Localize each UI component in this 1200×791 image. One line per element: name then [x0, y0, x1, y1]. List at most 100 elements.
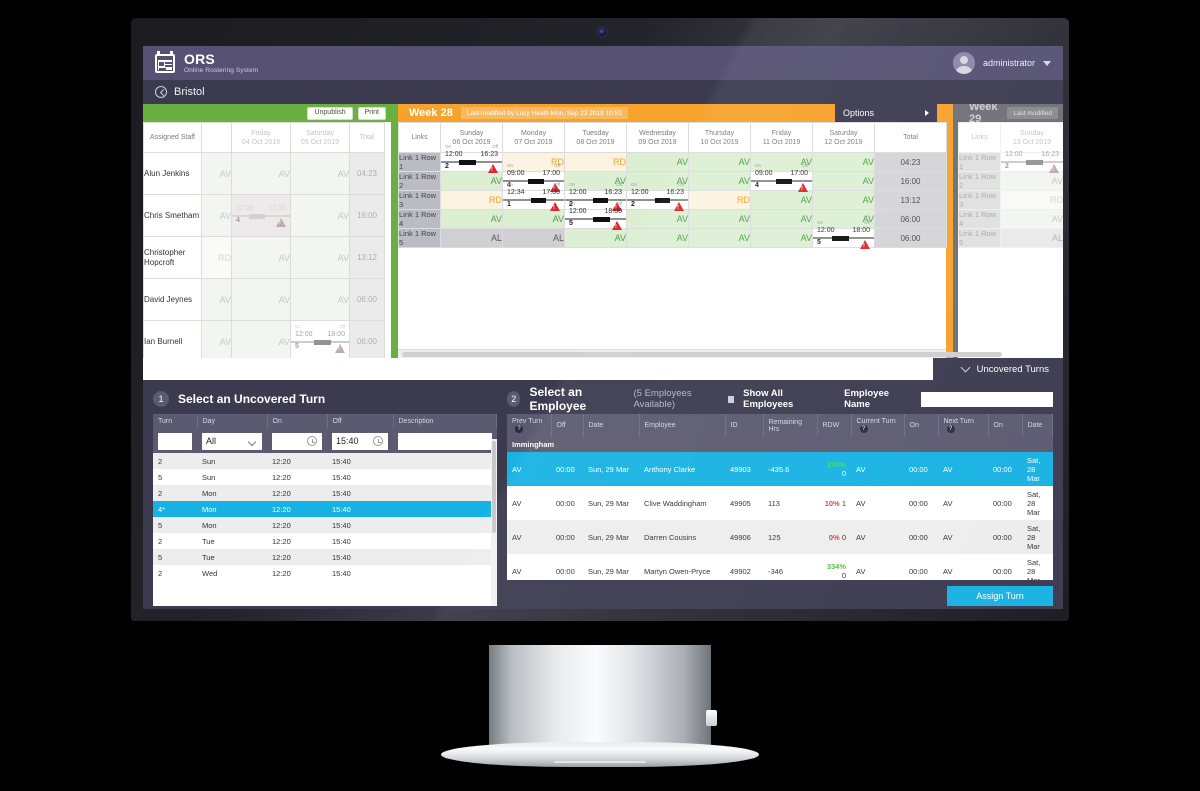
cell-rd[interactable]: RD	[564, 152, 627, 172]
table-row[interactable]: 2 Sun 12:20 15:40	[153, 453, 497, 469]
table-row[interactable]: Christopher Hopcroft RD AV AV 13:12	[143, 236, 385, 279]
table-row[interactable]: Ian Burnell AV AV 5 On Off 12:00	[143, 320, 385, 358]
cell-av[interactable]: AV	[440, 209, 503, 229]
turn-card[interactable]: 2 12:00 16:23	[1001, 151, 1063, 173]
cell-av[interactable]: AV	[626, 171, 689, 191]
table-row[interactable]: Link 1 Row 2 AV	[958, 171, 1063, 191]
cell-rd[interactable]: RD	[502, 152, 565, 172]
cell-av[interactable]: AV	[231, 152, 291, 195]
cell-av[interactable]: AV	[626, 152, 689, 172]
cell-turn[interactable]: 5 On Off 12:00 18:00	[564, 201, 627, 230]
table-row[interactable]: Link 1 Row 4 AV	[958, 209, 1063, 229]
table-row[interactable]: AV 00:00 Sun, 29 Mar Clive Waddingham 49905 1…	[507, 486, 1053, 520]
cell-al[interactable]: AL	[440, 228, 503, 248]
cell-av[interactable]: AV	[626, 209, 689, 229]
cell-av[interactable]: AV	[812, 171, 875, 191]
show-all-employees-checkbox[interactable]	[728, 395, 735, 403]
horizontal-scrollbar[interactable]	[398, 349, 1002, 358]
table-row[interactable]: Link 1 Row 12OnOff12:0016:23RDRDAVAVAVAV…	[398, 144, 947, 173]
cell-av[interactable]: AV	[688, 209, 751, 229]
table-row[interactable]: Link 1 Row 5 AL	[958, 228, 1063, 248]
table-row[interactable]: Chris Smetham AV 4 12:00 17:00	[143, 194, 385, 237]
table-row[interactable]: Link 1 Row 1 2 12:00 16:23	[958, 151, 1063, 173]
cell-turn[interactable]: 5 On Off 12:00 18:00	[290, 320, 350, 358]
turn-card[interactable]: 5 On Off 12:00 18:00	[565, 201, 626, 230]
cell-av[interactable]: AV	[290, 194, 350, 237]
help-icon[interactable]: ?	[859, 425, 868, 433]
cell-rd[interactable]: RD	[440, 190, 503, 210]
cell-turn[interactable]: 4OnOff09:0017:00	[502, 163, 565, 192]
assign-turn-button[interactable]: Assign Turn	[947, 586, 1053, 606]
cell-av[interactable]: AV	[688, 171, 751, 191]
table-row[interactable]: Link 1 Row 4AVAV5OnOff12:0018:00AVAVAVAV…	[398, 201, 947, 230]
cell-turn[interactable]: 2OnOff12:0016:23	[440, 144, 503, 173]
cell-turn[interactable]: 1 On Off 12:34 17:00	[502, 182, 565, 211]
cell-al[interactable]: AL	[1000, 228, 1063, 248]
unpublish-button[interactable]: Unpublish	[307, 106, 353, 120]
table-row[interactable]: Link 1 Row 5ALALAVAVAVAV5OnOff12:0018:00…	[398, 220, 947, 249]
cell-av[interactable]: AV	[231, 236, 291, 279]
employee-name-input[interactable]	[921, 391, 1053, 407]
cell-av[interactable]: AV	[1000, 209, 1063, 229]
clock-icon[interactable]	[307, 436, 317, 446]
table-row[interactable]: Link 1 Row 2AV4OnOff09:0017:00AVAVAV4OnO…	[398, 163, 947, 192]
cell-turn[interactable]: 2OnOff12:0016:23	[564, 182, 627, 211]
cell-av[interactable]: AV	[688, 152, 751, 172]
table-row[interactable]: Link 1 Row 3RD1OnOff12:3417:002OnOff12:0…	[398, 182, 947, 211]
cell-av[interactable]: AV	[564, 171, 627, 191]
back-icon[interactable]	[155, 86, 167, 98]
cell-av[interactable]: AV	[812, 152, 875, 172]
cell-av[interactable]: AV	[290, 278, 350, 321]
options-button[interactable]: Options	[835, 104, 937, 122]
turn-card[interactable]: 4 On Off 09:00 17:00	[751, 163, 812, 192]
cell-al[interactable]: AL	[502, 228, 565, 248]
cell-av[interactable]: AV	[750, 190, 813, 210]
user-menu[interactable]: administrator	[952, 52, 1051, 74]
cell-rd[interactable]: RD	[688, 190, 751, 210]
cell-rd[interactable]: RD	[1000, 190, 1063, 210]
cell-turn[interactable]: 5 On Off 12:00 18:00	[812, 220, 875, 249]
table-row[interactable]: AV 00:00 Sun, 29 Mar Martyn Owen-Pryce 49902…	[507, 554, 1053, 580]
cell-av[interactable]: AV	[201, 194, 232, 237]
cell-av[interactable]: AV	[564, 228, 627, 248]
cell-turn[interactable]: 2 12:00 16:23	[1000, 151, 1063, 173]
help-icon[interactable]: ?	[515, 425, 523, 433]
print-button[interactable]: Print	[357, 106, 386, 120]
cell-av[interactable]: AV	[440, 171, 503, 191]
cell-av[interactable]: AV	[201, 320, 232, 358]
cell-av[interactable]: AV	[1000, 171, 1063, 191]
table-row[interactable]: 5 Sun 12:20 15:40	[153, 469, 497, 485]
cell-av[interactable]: AV	[231, 278, 291, 321]
turn-filter-input[interactable]	[158, 432, 192, 450]
turn-card[interactable]: 5 On Off 12:00 18:00	[291, 324, 349, 353]
table-row[interactable]: 4* Mon 12:20 15:40	[153, 501, 497, 517]
cell-av[interactable]: AV	[626, 228, 689, 248]
cell-av[interactable]: AV	[688, 228, 751, 248]
cell-rd[interactable]: RD	[201, 236, 232, 279]
turn-card[interactable]: 4 12:00 17:00	[232, 205, 290, 227]
cell-av[interactable]: AV	[231, 320, 291, 358]
table-row[interactable]: 5 Tue 12:20 15:40	[153, 549, 497, 565]
help-icon[interactable]: ?	[946, 425, 955, 433]
turn-card[interactable]: 5 On Off 12:00 18:00	[813, 220, 874, 249]
cell-av[interactable]: AV	[290, 236, 350, 279]
cell-av[interactable]: AV	[750, 152, 813, 172]
turn-card[interactable]: 2 On Off 12:00 16:23	[627, 182, 688, 211]
cell-turn[interactable]: 2OnOff12:0016:23	[626, 182, 689, 211]
table-row[interactable]: Alun Jenkins AV AV AV 04:23	[143, 152, 385, 195]
turn-card[interactable]: 2 On Off 12:00 16:23	[441, 144, 502, 173]
table-row[interactable]: AV 00:00 Sun, 29 Mar Darren Cousins 49906 125…	[507, 520, 1053, 554]
cell-av[interactable]: AV	[812, 190, 875, 210]
uncovered-turns-toggle[interactable]: Uncovered Turns	[960, 362, 1063, 375]
description-filter-input[interactable]	[398, 432, 492, 450]
cell-turn[interactable]: 4 12:00 17:00	[231, 194, 291, 237]
table-row[interactable]: Link 1 Row 3 RD	[958, 190, 1063, 210]
table-row[interactable]: David Jeynes AV AV AV 06:00	[143, 278, 385, 321]
cell-av[interactable]: AV	[201, 152, 232, 195]
cell-av[interactable]: AV	[750, 209, 813, 229]
table-row[interactable]: 2 Wed 12:20 15:40	[153, 565, 497, 581]
table-row[interactable]: 5 Mon 12:20 15:40	[153, 517, 497, 533]
cell-av[interactable]: AV	[812, 209, 875, 229]
cell-av[interactable]: AV	[502, 209, 565, 229]
clock-icon[interactable]	[373, 436, 383, 446]
